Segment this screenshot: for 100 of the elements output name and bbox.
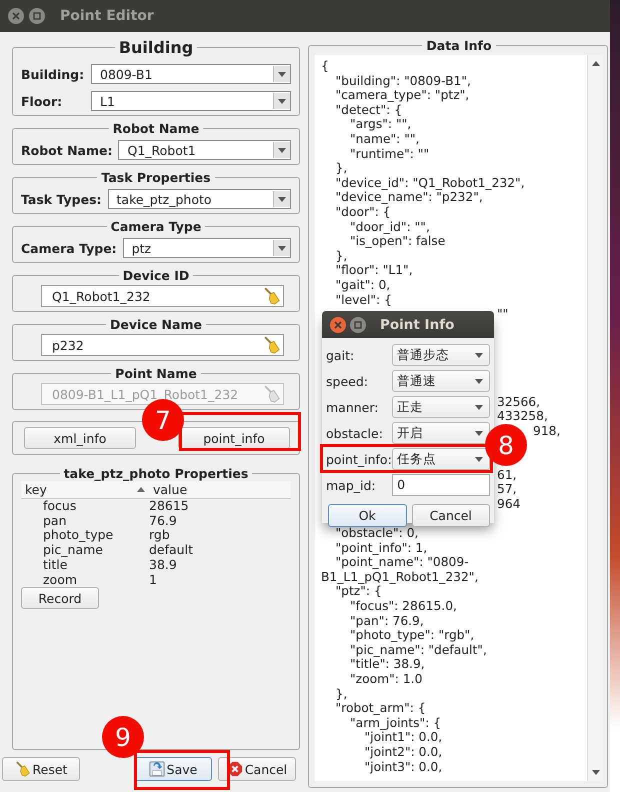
code-line: "device_name": "p232", [336, 190, 483, 204]
save-icon [148, 761, 165, 777]
field-label: Camera Type: [21, 240, 117, 256]
field-label: speed: [326, 374, 369, 388]
field-label: manner: [326, 400, 380, 414]
table-cell-text: 1 [148, 572, 157, 588]
broom-icon[interactable] [263, 336, 281, 354]
code-line: 32566, [497, 394, 540, 409]
code-line: "joint2": 0.0, [364, 744, 442, 759]
code-line: "arm_joints": { [350, 716, 442, 730]
table-cell-text: 76.9 [148, 514, 177, 528]
dropdown[interactable]: 开启 [392, 422, 490, 444]
table-cell-text: zoom [42, 572, 78, 588]
broom-icon [14, 761, 31, 777]
code-line: "focus": 28615.0, [350, 598, 457, 613]
code-line: 57, [497, 482, 517, 496]
field-label: obstacle: [326, 426, 384, 440]
code-line: "joint1": 0.0, [364, 730, 442, 744]
table-cell-text: pic_name [42, 543, 104, 558]
dropdown-arrow-icon [475, 404, 483, 410]
code-line: "zoom": 1.0 [350, 672, 422, 686]
column-header[interactable]: key [21, 482, 149, 497]
code-line: "robot_arm": { [336, 701, 426, 716]
number-badge: 7 [142, 399, 184, 441]
dropdown[interactable]: L1 [91, 91, 291, 111]
dropdown[interactable]: 正走 [392, 396, 490, 418]
field-label: map_id: [326, 478, 377, 492]
code-line: "point_name": "0809- [336, 555, 469, 570]
code-line: "point_info": 1, [336, 540, 428, 555]
code-line: "ptz": { [336, 584, 382, 598]
close-button[interactable] [330, 316, 346, 332]
broom-icon[interactable] [263, 287, 281, 305]
dropdown[interactable]: 普通速 [392, 370, 490, 392]
code-line: { [321, 59, 329, 73]
maximize-button[interactable] [29, 8, 45, 24]
code-line: }, [336, 248, 348, 263]
group-title: Data Info [425, 38, 493, 53]
close-icon[interactable] [12, 12, 20, 20]
code-line: "args": "", [350, 117, 412, 132]
group-title: Robot Name [112, 121, 200, 136]
dropdown[interactable]: 任务点 [392, 448, 490, 470]
group-title: Device ID [122, 268, 190, 283]
close-icon[interactable] [334, 320, 342, 328]
group-title: Point Name [114, 366, 198, 381]
code-line: "is_open": false [350, 234, 446, 248]
record-button[interactable]: Record [21, 587, 99, 610]
input-field[interactable]: p232 [41, 334, 284, 356]
dropdown[interactable]: 0809-B1 [91, 64, 291, 84]
code-line: 964 [497, 496, 520, 511]
input-field[interactable]: 0 [392, 474, 490, 496]
scrollbar[interactable] [587, 55, 603, 781]
sort-arrow-icon [137, 487, 145, 492]
dialog-button[interactable]: Ok [328, 504, 406, 527]
window-title: Point Editor [60, 8, 154, 24]
code-line: B1_L1_pQ1_Robot1_232", [321, 570, 478, 584]
maximize-icon[interactable] [354, 320, 362, 328]
dropdown-arrow-icon [475, 352, 483, 358]
scroll-up-icon[interactable] [592, 61, 600, 66]
code-line: "pan": 76.9, [350, 614, 424, 628]
input-field[interactable]: Q1_Robot1_232 [41, 285, 284, 307]
code-line: "camera_type": "ptz", [336, 88, 470, 102]
dropdown-arrow-icon [278, 246, 286, 250]
info-button[interactable]: point_info [178, 427, 290, 449]
info-button[interactable]: xml_info [24, 427, 136, 449]
dropdown-arrow-icon [475, 378, 483, 384]
code-line: "device_id": "Q1_Robot1_232", [336, 176, 525, 190]
code-line: }, [336, 161, 348, 176]
code-line: "photo_type": "rgb", [350, 628, 474, 642]
dropdown[interactable]: ptz [122, 238, 291, 258]
code-line: "detect": { [336, 102, 402, 117]
dropdown[interactable]: Q1_Robot1 [118, 140, 291, 160]
dropdown-arrow-icon [278, 148, 286, 152]
action-button[interactable]: Save [134, 757, 212, 781]
action-button[interactable]: Cancel [218, 757, 296, 781]
code-line: "pic_name": "default", [350, 642, 487, 657]
column-header[interactable]: value [149, 482, 192, 497]
maximize-button[interactable] [350, 316, 366, 332]
scroll-down-icon[interactable] [592, 770, 600, 775]
window-title: Point Info [380, 316, 454, 332]
dropdown-arrow-icon [475, 430, 483, 436]
table-cell-text: rgb [148, 528, 170, 544]
dropdown-arrow-icon [278, 98, 286, 104]
code-line: }, [336, 686, 348, 701]
code-line: "" [497, 307, 508, 322]
table-cell-text: 38.9 [148, 558, 177, 573]
group-title: Camera Type [110, 219, 202, 234]
dropdown[interactable]: 普通步态 [392, 344, 490, 366]
code-line: "gait": 0, [336, 278, 390, 292]
maximize-icon[interactable] [33, 12, 41, 20]
close-button[interactable] [8, 8, 24, 24]
dropdown-arrow-icon [278, 196, 286, 202]
code-line: "joint3": 0.0, [364, 760, 442, 774]
table-cell-text: focus [42, 499, 78, 514]
table-cell-text: 28615 [148, 499, 189, 514]
dialog-button[interactable]: Cancel [412, 504, 490, 527]
dropdown[interactable]: take_ptz_photo [108, 189, 291, 209]
code-line: "door": { [336, 204, 391, 219]
action-button[interactable]: Reset [2, 757, 80, 781]
code-line: "floor": "L1", [336, 263, 413, 278]
code-line: "obstacle": 0, [336, 526, 418, 540]
